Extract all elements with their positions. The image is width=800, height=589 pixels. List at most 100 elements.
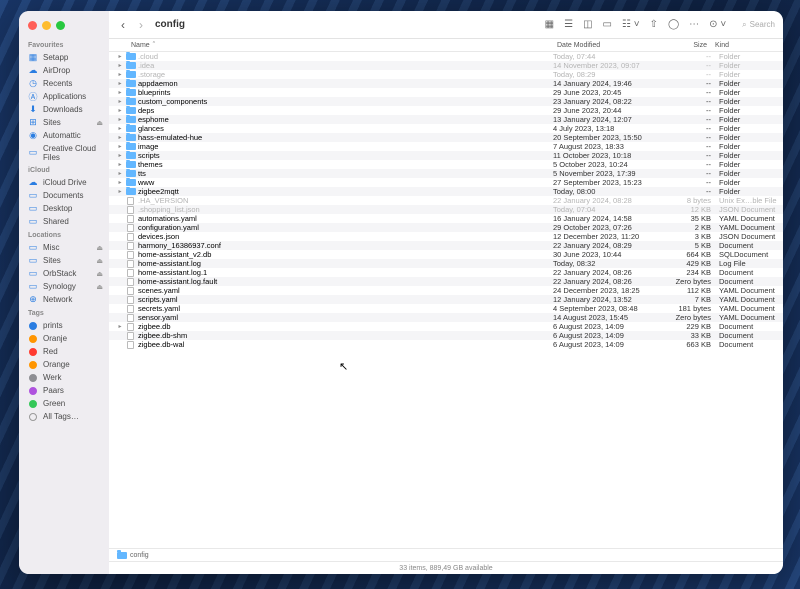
sidebar-item[interactable]: ▭Desktop — [19, 202, 109, 215]
file-row[interactable]: ▸custom_components23 January 2024, 08:22… — [109, 97, 783, 106]
file-row[interactable]: zigbee.db-wal6 August 2023, 14:09663 KBD… — [109, 340, 783, 349]
file-row[interactable]: ▸blueprints29 June 2023, 20:45--Folder — [109, 88, 783, 97]
disclosure-triangle[interactable]: ▸ — [115, 179, 125, 186]
file-row[interactable]: ▸tts5 November 2023, 17:39--Folder — [109, 169, 783, 178]
name-column-header[interactable]: Name ˆ — [127, 42, 553, 49]
file-row[interactable]: ▸zigbee2mqttToday, 08:00--Folder — [109, 187, 783, 196]
sidebar-item[interactable]: All Tags… — [19, 410, 109, 423]
sidebar-item[interactable]: ⊕Network — [19, 293, 109, 306]
zoom-button[interactable] — [56, 21, 65, 30]
column-view-button[interactable]: ◫ — [583, 19, 592, 30]
share-button[interactable]: ⇧ — [650, 19, 658, 30]
settings-button[interactable]: ⊙ ˅ — [709, 19, 726, 30]
disclosure-triangle[interactable]: ▸ — [115, 53, 125, 60]
sidebar-item[interactable]: Red — [19, 345, 109, 358]
sidebar-item[interactable]: ▭OrbStack⏏ — [19, 267, 109, 280]
file-row[interactable]: ▸scripts11 October 2023, 10:18--Folder — [109, 151, 783, 160]
disclosure-triangle[interactable]: ▸ — [115, 323, 125, 330]
sidebar-item[interactable]: ⬇Downloads — [19, 103, 109, 116]
disclosure-triangle[interactable]: ▸ — [115, 161, 125, 168]
file-row[interactable]: ▸themes5 October 2023, 10:24--Folder — [109, 160, 783, 169]
gallery-view-button[interactable]: ▭ — [603, 19, 612, 30]
eject-icon[interactable]: ⏏ — [96, 257, 103, 265]
disclosure-triangle[interactable]: ▸ — [115, 107, 125, 114]
close-button[interactable] — [28, 21, 37, 30]
file-row[interactable]: ▸hass-emulated-hue20 September 2023, 15:… — [109, 133, 783, 142]
file-row[interactable]: ▸appdaemon14 January 2024, 19:46--Folder — [109, 79, 783, 88]
sidebar-item[interactable]: ▭Documents — [19, 189, 109, 202]
file-row[interactable]: .shopping_list.jsonToday, 07:0412 KBJSON… — [109, 205, 783, 214]
sidebar-item[interactable]: ▭Shared — [19, 215, 109, 228]
file-row[interactable]: devices.json12 December 2023, 11:203 KBJ… — [109, 232, 783, 241]
search-field[interactable]: ⌕ Search — [742, 20, 775, 30]
date-column-header[interactable]: Date Modified — [553, 42, 661, 49]
file-row[interactable]: configuration.yaml29 October 2023, 07:26… — [109, 223, 783, 232]
file-row[interactable]: home-assistant_v2.db30 June 2023, 10:446… — [109, 250, 783, 259]
file-row[interactable]: automations.yaml16 January 2024, 14:5835… — [109, 214, 783, 223]
tag-button[interactable]: ◯ — [668, 19, 679, 30]
path-bar[interactable]: config — [109, 548, 783, 561]
disclosure-triangle[interactable]: ▸ — [115, 143, 125, 150]
file-row[interactable]: scripts.yaml12 January 2024, 13:527 KBYA… — [109, 295, 783, 304]
file-row[interactable]: ▸.cloudToday, 07:44--Folder — [109, 52, 783, 61]
file-row[interactable]: home-assistant.log.122 January 2024, 08:… — [109, 268, 783, 277]
sidebar-item[interactable]: ⊞Sites⏏ — [19, 116, 109, 129]
file-row[interactable]: ▸www27 September 2023, 15:23--Folder — [109, 178, 783, 187]
file-row[interactable]: ▸.storageToday, 08:29--Folder — [109, 70, 783, 79]
file-row[interactable]: ▸image7 August 2023, 18:33--Folder — [109, 142, 783, 151]
file-row[interactable]: .HA_VERSION22 January 2024, 08:288 bytes… — [109, 196, 783, 205]
file-row[interactable]: secrets.yaml4 September 2023, 08:48181 b… — [109, 304, 783, 313]
disclosure-triangle[interactable]: ▸ — [115, 62, 125, 69]
disclosure-triangle[interactable]: ▸ — [115, 188, 125, 195]
sidebar-item[interactable]: ◷Recents — [19, 77, 109, 90]
minimize-button[interactable] — [42, 21, 51, 30]
eject-icon[interactable]: ⏏ — [96, 244, 103, 252]
list-view-button[interactable]: ☰ — [564, 19, 573, 30]
group-button[interactable]: ☷ ˅ — [622, 19, 640, 30]
disclosure-triangle[interactable]: ▸ — [115, 80, 125, 87]
sidebar-item[interactable]: ▭Synology⏏ — [19, 280, 109, 293]
file-row[interactable]: scenes.yaml24 December 2023, 18:25112 KB… — [109, 286, 783, 295]
sidebar-item[interactable]: ▭Creative Cloud Files — [19, 142, 109, 163]
disclosure-triangle[interactable]: ▸ — [115, 125, 125, 132]
file-row[interactable]: ▸zigbee.db6 August 2023, 14:09229 KBDocu… — [109, 322, 783, 331]
disclosure-triangle[interactable]: ▸ — [115, 170, 125, 177]
eject-icon[interactable]: ⏏ — [96, 283, 103, 291]
file-row[interactable]: ▸.idea14 November 2023, 09:07--Folder — [109, 61, 783, 70]
sidebar-item[interactable]: ☁iCloud Drive — [19, 176, 109, 189]
sidebar-item[interactable]: Orange — [19, 358, 109, 371]
forward-button[interactable]: › — [135, 18, 147, 32]
sidebar-item[interactable]: ▭Misc⏏ — [19, 241, 109, 254]
disclosure-triangle[interactable]: ▸ — [115, 89, 125, 96]
disclosure-triangle[interactable]: ▸ — [115, 71, 125, 78]
file-row[interactable]: ▸deps29 June 2023, 20:44--Folder — [109, 106, 783, 115]
file-row[interactable]: sensor.yaml14 August 2023, 15:45Zero byt… — [109, 313, 783, 322]
sidebar-item[interactable]: ▭Sites⏏ — [19, 254, 109, 267]
eject-icon[interactable]: ⏏ — [96, 270, 103, 278]
back-button[interactable]: ‹ — [117, 18, 129, 32]
kind-column-header[interactable]: Kind — [711, 42, 777, 49]
file-row[interactable]: ▸glances4 July 2023, 13:18--Folder — [109, 124, 783, 133]
icon-view-button[interactable]: ▦ — [545, 19, 554, 30]
size-column-header[interactable]: Size — [661, 42, 711, 49]
sidebar-item[interactable]: ◉Automattic — [19, 129, 109, 142]
file-row[interactable]: home-assistant.logToday, 08:32429 KBLog … — [109, 259, 783, 268]
sidebar-item[interactable]: Werk — [19, 371, 109, 384]
file-row[interactable]: ▸esphome13 January 2024, 12:07--Folder — [109, 115, 783, 124]
file-row[interactable]: zigbee.db-shm6 August 2023, 14:0933 KBDo… — [109, 331, 783, 340]
file-row[interactable]: home-assistant.log.fault22 January 2024,… — [109, 277, 783, 286]
sidebar-item[interactable]: prints — [19, 319, 109, 332]
sidebar-item[interactable]: Oranje — [19, 332, 109, 345]
disclosure-triangle[interactable]: ▸ — [115, 152, 125, 159]
eject-icon[interactable]: ⏏ — [96, 119, 103, 127]
sidebar-item[interactable]: Paars — [19, 384, 109, 397]
file-list[interactable]: ▸.cloudToday, 07:44--Folder▸.idea14 Nove… — [109, 52, 783, 548]
disclosure-triangle[interactable]: ▸ — [115, 134, 125, 141]
file-row[interactable]: harmony_16386937.conf22 January 2024, 08… — [109, 241, 783, 250]
sidebar-item[interactable]: Green — [19, 397, 109, 410]
sidebar-item[interactable]: ⒶApplications — [19, 90, 109, 103]
disclosure-triangle[interactable]: ▸ — [115, 116, 125, 123]
sidebar-item[interactable]: ☁AirDrop — [19, 64, 109, 77]
sidebar-item[interactable]: ▦Setapp — [19, 51, 109, 64]
action-button[interactable]: ⋯ — [689, 19, 699, 30]
